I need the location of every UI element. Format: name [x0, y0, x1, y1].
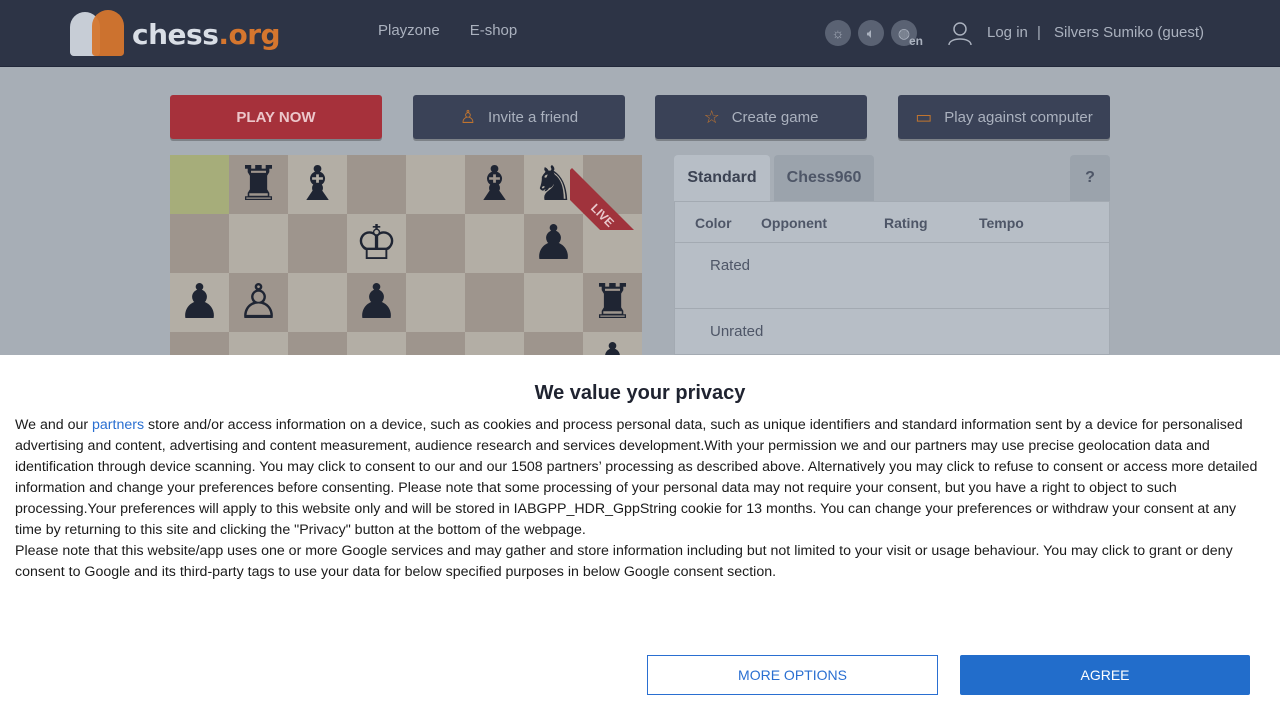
board-square[interactable]	[406, 214, 465, 273]
board-square[interactable]	[406, 332, 465, 355]
live-label: LIVE	[570, 168, 650, 230]
language-code[interactable]: en	[909, 34, 923, 48]
invite-friend-button[interactable]: ♙ Invite a friend	[413, 95, 625, 139]
play-computer-label: Play against computer	[944, 108, 1093, 126]
partners-link[interactable]: partners	[92, 417, 144, 433]
board-square[interactable]	[288, 273, 347, 332]
column-tempo: Tempo	[979, 215, 1024, 231]
board-square[interactable]	[170, 155, 229, 214]
rated-label: Rated	[710, 257, 751, 274]
monitor-icon: ▭	[915, 106, 933, 127]
sound-icon[interactable]: 🔈︎	[858, 20, 884, 46]
brightness-icon[interactable]: ☼	[825, 20, 851, 46]
unrated-label: Unrated	[710, 323, 764, 340]
privacy-consent-dialog: We value your privacy We and our partner…	[0, 355, 1280, 720]
top-navigation-bar: chess.org Playzone E-shop ☼ 🔈︎ ◍ en Log …	[0, 0, 1280, 67]
consent-paragraph-1: We and our partners store and/or access …	[15, 417, 1258, 538]
consent-paragraph-2: Please note that this website/app uses o…	[15, 543, 1233, 580]
play-now-button[interactable]: PLAY NOW	[170, 95, 382, 139]
column-rating: Rating	[884, 215, 928, 231]
board-square[interactable]	[288, 332, 347, 355]
board-square[interactable]	[465, 214, 524, 273]
board-square[interactable]	[406, 155, 465, 214]
rated-group: Rated	[675, 242, 1109, 307]
board-square[interactable]	[465, 273, 524, 332]
chess-piece[interactable]: ♟	[347, 273, 406, 332]
column-opponent: Opponent	[761, 215, 828, 231]
logo-heads-icon	[70, 10, 126, 58]
tab-chess960[interactable]: Chess960	[774, 155, 874, 201]
board-square[interactable]	[406, 273, 465, 332]
chess-piece[interactable]: ♜	[583, 273, 642, 332]
create-game-label: Create game	[731, 108, 819, 126]
games-table: Color Opponent Rating Tempo Rated Unrate…	[674, 201, 1110, 355]
create-game-button[interactable]: ☆ Create game	[655, 95, 867, 139]
separator: |	[1037, 24, 1041, 41]
board-square[interactable]	[347, 332, 406, 355]
chess-piece[interactable]: ♜	[229, 155, 288, 214]
chess-piece[interactable]: ♟	[170, 273, 229, 332]
board-square[interactable]	[229, 214, 288, 273]
nav-eshop[interactable]: E-shop	[470, 22, 518, 39]
guest-username[interactable]: Silvers Sumiko (guest)	[1054, 24, 1204, 41]
nav-playzone[interactable]: Playzone	[378, 22, 440, 39]
site-logo[interactable]: chess.org	[70, 10, 281, 58]
column-color: Color	[695, 215, 732, 231]
board-square[interactable]	[465, 332, 524, 355]
live-badge: LIVE	[570, 150, 650, 230]
play-computer-button[interactable]: ▭ Play against computer	[898, 95, 1110, 139]
tab-standard[interactable]: Standard	[674, 155, 770, 201]
chess-piece[interactable]: ♙	[229, 273, 288, 332]
chess-piece[interactable]: ♝	[465, 155, 524, 214]
board-square[interactable]	[347, 155, 406, 214]
star-icon: ☆	[703, 106, 720, 127]
agree-button[interactable]: AGREE	[960, 655, 1250, 695]
board-square[interactable]	[170, 332, 229, 355]
invite-friend-label: Invite a friend	[488, 108, 579, 126]
logo-text: chess.org	[132, 17, 281, 51]
consent-body: We and our partners store and/or access …	[15, 415, 1260, 583]
board-square[interactable]	[170, 214, 229, 273]
main-nav: Playzone E-shop	[378, 22, 517, 39]
board-square[interactable]	[524, 332, 583, 355]
chess-piece[interactable]: ♝	[288, 155, 347, 214]
user-icon	[948, 22, 972, 46]
board-square[interactable]	[229, 332, 288, 355]
chess-piece[interactable]: ♟	[583, 332, 642, 355]
user-plus-icon: ♙	[459, 106, 477, 127]
board-square[interactable]	[524, 273, 583, 332]
more-options-button[interactable]: MORE OPTIONS	[647, 655, 938, 695]
game-list-panel: Standard Chess960 ? Color Opponent Ratin…	[674, 155, 1110, 355]
login-link[interactable]: Log in	[987, 24, 1028, 41]
consent-title: We value your privacy	[534, 382, 746, 404]
chess-piece[interactable]: ♔	[347, 214, 406, 273]
help-button[interactable]: ?	[1070, 155, 1110, 201]
board-square[interactable]	[288, 214, 347, 273]
